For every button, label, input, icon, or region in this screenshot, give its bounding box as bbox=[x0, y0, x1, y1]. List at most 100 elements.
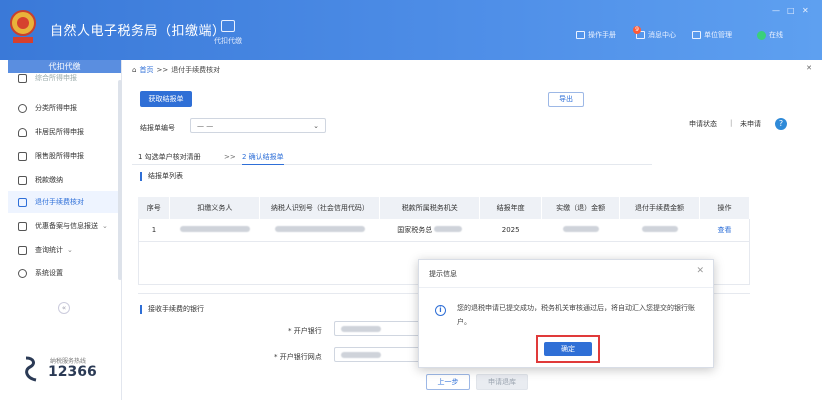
taxpayer-id-cell bbox=[259, 219, 380, 242]
minimize-icon[interactable]: — bbox=[772, 6, 780, 15]
status-value: 未申请 bbox=[740, 120, 761, 128]
sidebar-item-classified[interactable]: 分类所得申报 bbox=[8, 97, 122, 119]
sidebar-item-restricted-stock[interactable]: 限售股所得申报 bbox=[8, 145, 122, 167]
column-header: 扣缴义务人 bbox=[169, 197, 261, 219]
redacted-value bbox=[434, 225, 463, 232]
sidebar-scrollbar[interactable] bbox=[118, 80, 122, 280]
report-no-label: 结报单编号 bbox=[140, 124, 175, 132]
redacted-value bbox=[274, 225, 365, 232]
close-icon[interactable]: ✕ bbox=[802, 6, 809, 15]
step-1-tab[interactable]: 1 勾选单户核对清册 bbox=[138, 152, 201, 162]
manual-label: 操作手册 bbox=[588, 31, 616, 39]
chevron-down-icon: ⌄ bbox=[313, 121, 319, 130]
report-table: 序号 扣缴义务人 纳税人识别号（社会信用代码） 税款所属税务机关 结报年度 实缴… bbox=[138, 197, 751, 242]
file-icon bbox=[18, 221, 27, 231]
get-report-button[interactable]: 获取结报单 bbox=[140, 91, 192, 107]
home-icon[interactable]: ⌂ bbox=[132, 66, 136, 74]
breadcrumb-current: 退付手续费核对 bbox=[171, 66, 221, 74]
column-header: 序号 bbox=[138, 197, 171, 219]
sidebar: 代扣代缴 综合所得申报 分类所得申报 非居民所得申报 限售股所得申报 税款缴纳 … bbox=[8, 60, 122, 400]
column-header: 操作 bbox=[699, 197, 751, 219]
year-cell: 2025 bbox=[479, 219, 542, 242]
sidebar-item-fee-refund[interactable]: 退付手续费核对 bbox=[8, 191, 122, 213]
help-icon[interactable]: ? bbox=[775, 118, 787, 130]
breadcrumb-separator: >> bbox=[156, 66, 169, 74]
maximize-icon[interactable]: □ bbox=[787, 6, 795, 15]
unit-button[interactable]: 单位管理 bbox=[692, 30, 732, 40]
app-title: 自然人电子税务局（扣缴端） bbox=[50, 24, 226, 39]
manual-button[interactable]: 操作手册 bbox=[576, 30, 616, 40]
confirm-button[interactable]: 确定 bbox=[544, 342, 592, 356]
sidebar-item-tax-payment[interactable]: 税款缴纳 bbox=[8, 169, 122, 191]
online-icon bbox=[757, 30, 766, 40]
messages-label: 消息中心 bbox=[648, 31, 676, 39]
sidebar-header: 代扣代缴 bbox=[8, 60, 121, 73]
search-icon bbox=[18, 245, 27, 255]
info-icon: i bbox=[435, 305, 446, 316]
redacted-value bbox=[641, 225, 678, 232]
row-index: 1 bbox=[138, 219, 170, 242]
dialog-title: 提示信息 bbox=[429, 270, 457, 278]
branch-select[interactable] bbox=[334, 347, 424, 362]
building-icon bbox=[692, 31, 701, 39]
document-icon bbox=[18, 73, 27, 83]
apply-refund-button[interactable]: 申请退库 bbox=[476, 374, 528, 390]
tab-close-icon[interactable]: ✕ bbox=[806, 64, 812, 72]
column-header: 结报年度 bbox=[479, 197, 543, 219]
bank-section-title: 接收手续费的银行 bbox=[140, 305, 204, 314]
step-arrow: >> bbox=[224, 153, 236, 161]
withholder-cell bbox=[169, 219, 260, 242]
sidebar-item-query[interactable]: 查询统计 ⌄ bbox=[8, 239, 122, 261]
column-header: 实缴（退）金额 bbox=[541, 197, 621, 219]
sidebar-item-label: 税款缴纳 bbox=[35, 176, 63, 184]
sidebar-item-label: 限售股所得申报 bbox=[35, 152, 84, 160]
status-separator: | bbox=[730, 119, 733, 127]
breadcrumb: ⌂ 首页 >> 退付手续费核对 bbox=[132, 65, 220, 75]
nav-proxy-label: 代扣代缴 bbox=[214, 37, 242, 45]
redacted-value bbox=[341, 325, 381, 332]
sidebar-item-label: 退付手续费核对 bbox=[35, 198, 84, 206]
branch-label: * 开户银行网点 bbox=[274, 353, 322, 361]
dialog-close-icon[interactable]: ✕ bbox=[696, 266, 704, 276]
export-button[interactable]: 导出 bbox=[548, 92, 584, 107]
table-row: 1 国家税务总 2025 查看 bbox=[138, 219, 750, 242]
online-label: 在线 bbox=[769, 31, 783, 39]
clock-icon bbox=[18, 103, 27, 113]
sidebar-item-label: 查询统计 bbox=[35, 246, 63, 254]
breadcrumb-home[interactable]: 首页 bbox=[139, 65, 153, 75]
chevron-down-icon: ⌄ bbox=[102, 222, 108, 230]
sidebar-item-preferential[interactable]: 优惠备案与信息报送 ⌄ bbox=[8, 215, 122, 237]
report-list-title: 结报单列表 bbox=[140, 172, 183, 181]
tax-office-value: 国家税务总 bbox=[397, 225, 433, 234]
dialog-divider bbox=[419, 287, 713, 288]
redacted-value bbox=[341, 351, 381, 358]
column-header: 纳税人识别号（社会信用代码） bbox=[259, 197, 381, 219]
redacted-value bbox=[562, 225, 599, 232]
dialog-message: 您的退税申请已提交成功，税务机关审核通过后，将自动汇入您提交的银行账户。 bbox=[457, 304, 695, 326]
person-icon bbox=[18, 127, 27, 137]
view-link[interactable]: 查看 bbox=[699, 219, 750, 242]
hotline-number: 12366 bbox=[48, 364, 97, 380]
online-status[interactable]: 在线 bbox=[757, 30, 783, 40]
report-no-select[interactable]: — — ⌄ bbox=[190, 118, 326, 133]
collapse-icon[interactable]: « bbox=[58, 302, 70, 314]
sidebar-item-label: 非居民所得申报 bbox=[35, 128, 84, 136]
column-header: 税款所属税务机关 bbox=[379, 197, 481, 219]
nav-proxy[interactable]: 代扣代缴 bbox=[213, 20, 243, 46]
sidebar-item-label: 系统设置 bbox=[35, 269, 63, 277]
bank-select[interactable] bbox=[334, 321, 424, 336]
sidebar-item-comprehensive[interactable]: 综合所得申报 bbox=[8, 73, 122, 83]
paid-amount-cell bbox=[541, 219, 620, 242]
sidebar-item-settings[interactable]: 系统设置 bbox=[8, 262, 122, 284]
step-2-tab[interactable]: 2 确认结报单 bbox=[242, 152, 284, 165]
sidebar-item-label: 分类所得申报 bbox=[35, 104, 77, 112]
title-bar: 自然人电子税务局（扣缴端） 代扣代缴 操作手册 消息中心 9 单位管理 在线 —… bbox=[0, 0, 822, 60]
status-label: 申请状态 bbox=[689, 120, 717, 128]
hotline-logo-icon bbox=[25, 356, 37, 382]
info-dialog: 提示信息 ✕ i 您的退税申请已提交成功，税务机关审核通过后，将自动汇入您提交的… bbox=[418, 259, 714, 368]
messages-button[interactable]: 消息中心 bbox=[636, 30, 676, 40]
sidebar-item-label: 优惠备案与信息报送 bbox=[35, 222, 98, 230]
fee-amount-cell bbox=[619, 219, 700, 242]
sidebar-item-nonresident[interactable]: 非居民所得申报 bbox=[8, 121, 122, 143]
prev-step-button[interactable]: 上一步 bbox=[426, 374, 470, 390]
